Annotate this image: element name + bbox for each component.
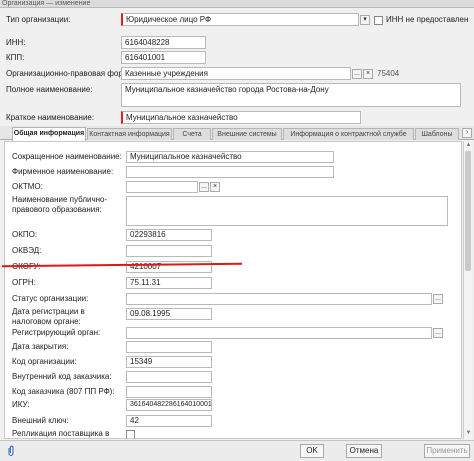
okpo-label: ОКПО: [12, 230, 38, 239]
opf-ellipsis-button[interactable]: ... [352, 69, 362, 79]
inn-field[interactable]: 6164048228 [121, 36, 206, 49]
short-name-label: Краткое наименование: [6, 113, 95, 122]
tab-general[interactable]: Общая информация [12, 127, 86, 141]
org-code-field[interactable]: 15349 [126, 356, 212, 368]
ext-key-label: Внешний ключ: [12, 416, 69, 425]
kpp-label: КПП: [6, 53, 25, 62]
status-ellipsis-button[interactable]: ... [433, 294, 443, 304]
inn-label: ИНН: [6, 38, 26, 47]
replication-label: Репликация поставщика в АИС ГЗ: [12, 429, 110, 438]
scroll-down-icon[interactable]: ▼ [465, 430, 472, 437]
oktmo-label: ОКТМО: [12, 182, 43, 191]
tab-templates[interactable]: Шаблоны [415, 128, 459, 140]
org-type-dropdown-button[interactable]: ▾ [360, 15, 370, 25]
kpp-field[interactable]: 616401001 [121, 51, 206, 64]
window-title: Организация — изменение [0, 0, 474, 8]
iku-field[interactable]: 361640482286164010001 [126, 399, 212, 411]
short-name-field[interactable]: Муниципальное казначейство [121, 111, 361, 124]
okpo-field[interactable]: 02293816 [126, 229, 212, 241]
reg-body-field[interactable] [126, 327, 432, 339]
reg-body-label: Регистрирующий орган: [12, 328, 101, 337]
reg-date-label: Дата регистрации в налоговом органе: [12, 307, 85, 326]
internal-code-label: Внутренний код заказчика: [12, 372, 112, 381]
inn-missing-label: ИНН не предоставлен [386, 15, 469, 24]
tab-contacts[interactable]: Контактная информация [87, 128, 172, 140]
opf-code: 75404 [377, 69, 400, 78]
brand-name-label: Фирменное наименование: [12, 167, 114, 176]
gen-short-name-field[interactable]: Муниципальное казначейство [126, 151, 334, 163]
customer-code-label: Код заказчика (807 ПП РФ): [12, 387, 115, 396]
pub-entity-field[interactable] [126, 196, 448, 226]
opf-field[interactable]: Казенные учреждения [121, 67, 351, 80]
ok-button[interactable]: OK [300, 444, 324, 458]
org-type-label: Тип организации: [6, 15, 71, 24]
status-label: Статус организации: [12, 294, 89, 303]
status-field[interactable] [126, 293, 432, 305]
paperclip-icon-svg [8, 445, 14, 457]
org-code-label: Код организации: [12, 357, 77, 366]
ogrn-field[interactable]: 75.11.31 [126, 277, 212, 289]
oktmo-ellipsis-button[interactable]: ... [199, 182, 209, 192]
pub-entity-label: Наименование публично-правового образова… [12, 195, 108, 214]
iku-label: ИКУ: [12, 400, 30, 409]
org-type-select[interactable]: Юридическое лицо РФ [121, 13, 359, 26]
close-date-field[interactable] [126, 341, 212, 353]
customer-code-field[interactable] [126, 386, 212, 398]
reg-date-field[interactable]: 09.08.1995 [126, 308, 212, 320]
ogrn-label: ОГРН: [12, 278, 36, 287]
ext-key-field[interactable]: 42 [126, 415, 212, 427]
okved-field[interactable] [126, 245, 212, 257]
paperclip-icon[interactable] [5, 445, 17, 457]
reg-body-ellipsis-button[interactable]: ... [433, 328, 443, 338]
internal-code-field[interactable] [126, 371, 212, 383]
tab-external-systems[interactable]: Внешние системы [212, 128, 282, 140]
apply-button[interactable]: Применить [424, 444, 470, 458]
replication-checkbox[interactable] [126, 430, 135, 438]
inn-missing-checkbox[interactable] [374, 16, 383, 25]
oktmo-clear-button[interactable]: × [210, 182, 220, 192]
brand-name-field[interactable] [126, 166, 334, 178]
gen-short-name-label: Сокращенное наименование: [12, 152, 122, 161]
tabs-scroll-right-button[interactable]: › [462, 128, 472, 138]
header-section: Тип организации: Юридическое лицо РФ ▾ И… [0, 8, 474, 126]
dialog-footer: OK Отмена Применить [0, 440, 474, 461]
full-name-label: Полное наименование: [6, 85, 93, 94]
tab-contract-service[interactable]: Информация о контрактной службе [283, 128, 414, 140]
opf-label: Организационно-правовая форма: [6, 69, 135, 78]
opf-clear-button[interactable]: × [363, 69, 373, 79]
scroll-up-icon[interactable]: ▲ [465, 142, 472, 149]
okved-label: ОКВЭД: [12, 246, 42, 255]
tab-bar: Общая информация Контактная информация С… [0, 126, 474, 141]
full-name-field[interactable]: Муниципальное казначейство города Ростов… [121, 83, 461, 107]
close-date-label: Дата закрытия: [12, 342, 69, 351]
scroll-thumb[interactable] [465, 151, 471, 271]
panel-scrollbar[interactable]: ▲ ▼ [463, 141, 472, 439]
cancel-button[interactable]: Отмена [346, 444, 382, 458]
general-info-panel: Сокращенное наименование: Муниципальное … [4, 141, 462, 439]
oktmo-field[interactable] [126, 181, 198, 193]
tab-accounts[interactable]: Счета [173, 128, 211, 140]
